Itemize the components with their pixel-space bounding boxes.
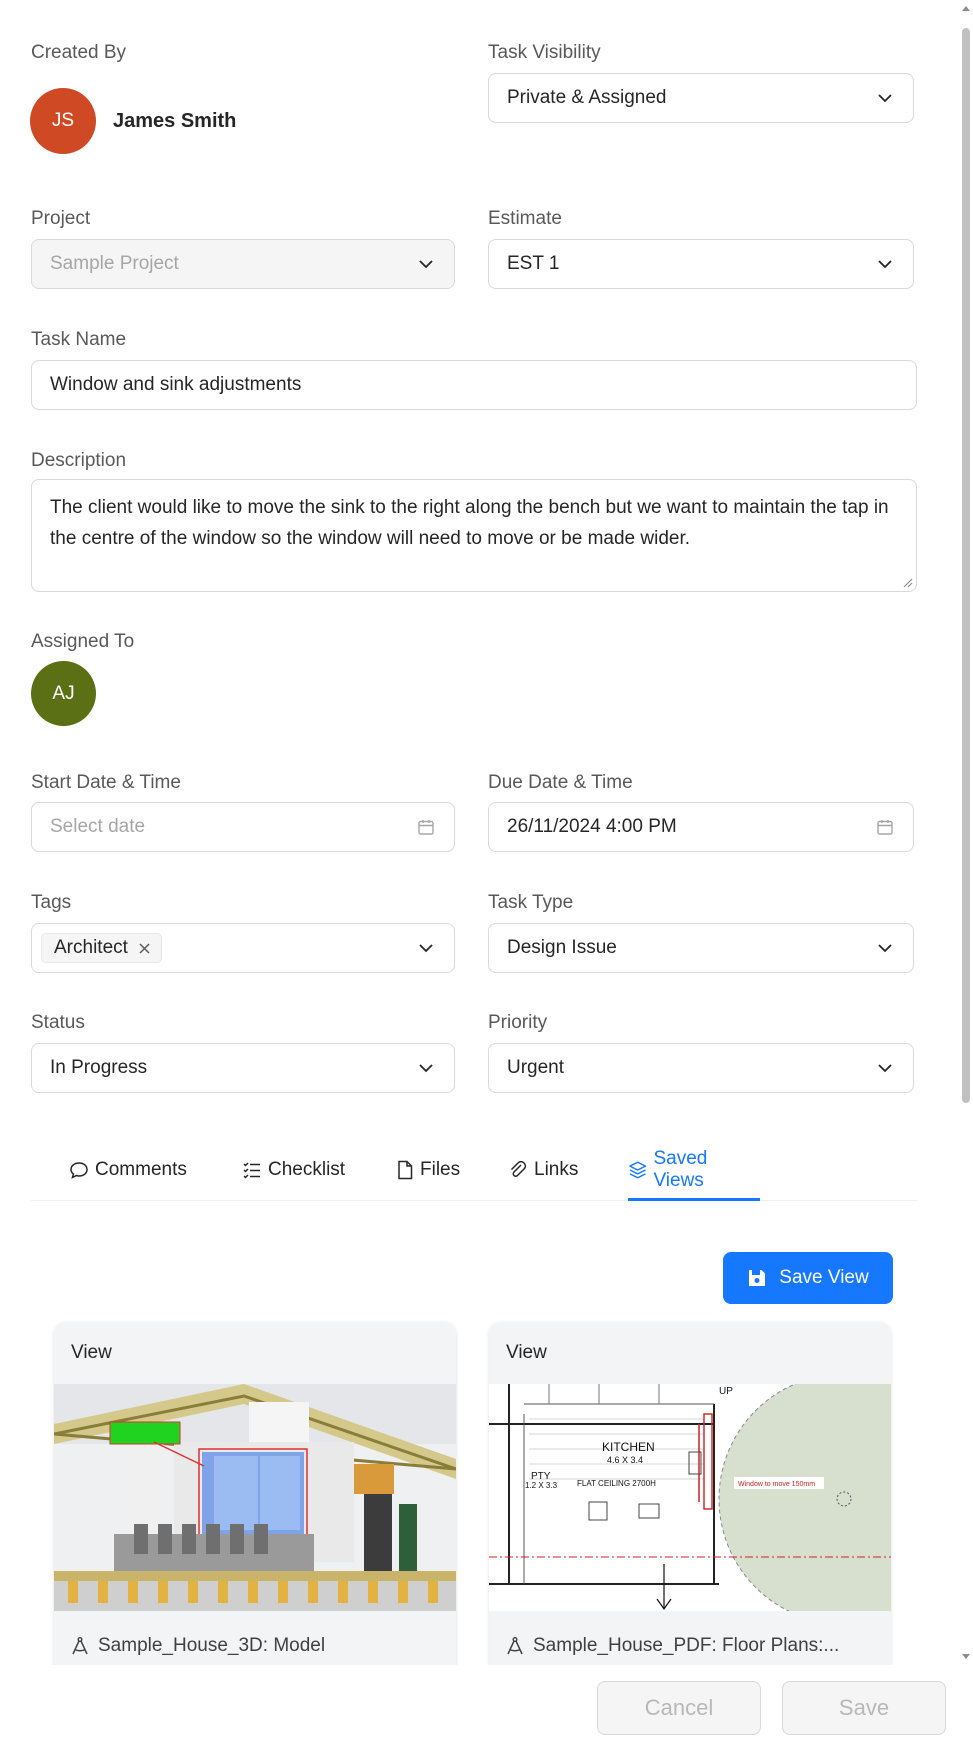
start-date-label: Start Date & Time [31,772,181,793]
save-view-button[interactable]: Save View [723,1252,893,1304]
drafting-compass-icon [507,1637,523,1655]
save-button[interactable]: Save [782,1681,946,1735]
tab-comments[interactable]: Comments [69,1140,187,1200]
checklist-icon [243,1162,260,1179]
calendar-icon [875,817,895,837]
task-name-label: Task Name [31,329,127,350]
creator-name: James Smith [113,110,237,132]
status-select[interactable]: In Progress [31,1043,455,1093]
due-date-picker[interactable]: 26/11/2024 4:00 PM [488,802,914,852]
chevron-down-icon [416,254,436,274]
plan-kitchen-size: 4.6 X 3.4 [607,1455,643,1465]
saved-view-caption: Sample_House_3D: Model [98,1635,326,1656]
chevron-down-icon [416,938,436,958]
saved-view-card[interactable]: View Sample_House_3D: Model [54,1322,456,1665]
tab-links[interactable]: Links [508,1140,578,1200]
tab-saved-views-label: Saved Views [653,1148,708,1191]
chevron-down-icon [875,254,895,274]
assignee-avatar[interactable]: AJ [31,661,96,726]
tab-saved-views[interactable]: Saved Views [628,1140,760,1201]
tab-checklist-label: Checklist [268,1159,346,1180]
tag-chip-label: Architect [54,937,128,958]
task-form: Created By JS James Smith Task Visibilit… [0,0,973,1665]
task-visibility-select[interactable]: Private & Assigned [488,73,914,123]
plan-up-label: UP [719,1386,733,1397]
created-by-label: Created By [31,42,127,63]
saved-view-card-header: View [489,1322,891,1384]
estimate-select[interactable]: EST 1 [488,239,914,289]
project-label: Project [31,208,91,229]
task-type-value: Design Issue [507,937,617,958]
priority-select[interactable]: Urgent [488,1043,914,1093]
task-name-input[interactable]: Window and sink adjustments [31,360,917,410]
start-date-placeholder: Select date [50,816,146,837]
tab-bar: Comments Checklist Files Links Saved Vie… [31,1140,917,1201]
chevron-down-icon [875,938,895,958]
task-name-value: Window and sink adjustments [50,374,302,395]
description-label: Description [31,450,127,471]
3d-model-thumbnail[interactable] [54,1384,456,1611]
save-view-label: Save View [779,1267,869,1288]
status-label: Status [31,1012,85,1033]
project-value: Sample Project [50,253,179,274]
chevron-down-icon [416,1058,436,1078]
plan-note-text: Window to move 150mm [738,1481,815,1488]
close-icon[interactable] [138,942,151,955]
due-date-value: 26/11/2024 4:00 PM [507,816,677,837]
resize-handle-icon[interactable] [901,576,913,588]
saved-view-card-footer: Sample_House_3D: Model [54,1611,456,1665]
plan-pty-size: 1.2 X 3.3 [525,1481,558,1490]
tags-select[interactable]: Architect [31,923,455,973]
chevron-down-icon [875,88,895,108]
floor-plan-thumbnail[interactable]: Window to move 150mm KITCHEN 4.6 X 3.4 P… [489,1384,891,1611]
tab-comments-label: Comments [95,1159,187,1180]
project-select: Sample Project [31,239,455,289]
tags-label: Tags [31,892,72,913]
drafting-compass-icon [72,1637,88,1655]
description-value: The client would like to move the sink t… [50,497,889,549]
assigned-to-label: Assigned To [31,631,135,652]
tab-files[interactable]: Files [396,1140,460,1200]
creator-avatar: JS [30,88,96,154]
tag-chip: Architect [41,933,162,963]
task-visibility-label: Task Visibility [488,42,601,63]
chevron-down-icon [875,1058,895,1078]
scrollbar-thumb[interactable] [962,28,970,1103]
description-textarea[interactable]: The client would like to move the sink t… [31,479,917,592]
task-type-label: Task Type [488,892,574,913]
form-footer: Cancel Save [0,1665,973,1751]
saved-view-card-header: View [54,1322,456,1384]
tab-files-label: Files [420,1159,461,1180]
paperclip-icon [510,1160,527,1177]
estimate-label: Estimate [488,208,562,229]
start-date-picker[interactable]: Select date [31,802,455,852]
plan-ceiling-label: FLAT CEILING 2700H [577,1479,656,1488]
calendar-icon [416,817,436,837]
active-tab-indicator [628,1198,760,1201]
saved-view-caption: Sample_House_PDF: Floor Plans:... [533,1635,840,1656]
layers-icon [629,1161,647,1179]
task-visibility-value: Private & Assigned [507,87,667,108]
tab-links-label: Links [534,1159,579,1180]
priority-value: Urgent [507,1057,565,1078]
estimate-value: EST 1 [507,253,560,274]
priority-label: Priority [488,1012,548,1033]
saved-view-card[interactable]: View Window to move 150mm KITCHEN 4.6 X … [489,1322,891,1665]
tab-checklist[interactable]: Checklist [242,1140,345,1200]
saved-view-card-footer: Sample_House_PDF: Floor Plans:... [489,1611,891,1665]
due-date-label: Due Date & Time [488,772,633,793]
status-value: In Progress [50,1057,148,1078]
comment-icon [70,1162,88,1179]
task-type-select[interactable]: Design Issue [488,923,914,973]
file-icon [398,1160,413,1180]
cancel-button[interactable]: Cancel [597,1681,761,1735]
floppy-disk-icon [749,1270,766,1286]
plan-kitchen-label: KITCHEN [602,1440,655,1454]
scroll-up-arrow-icon[interactable] [961,4,971,12]
scroll-down-arrow-icon[interactable] [961,1653,971,1661]
vertical-scrollbar[interactable] [959,0,973,1665]
